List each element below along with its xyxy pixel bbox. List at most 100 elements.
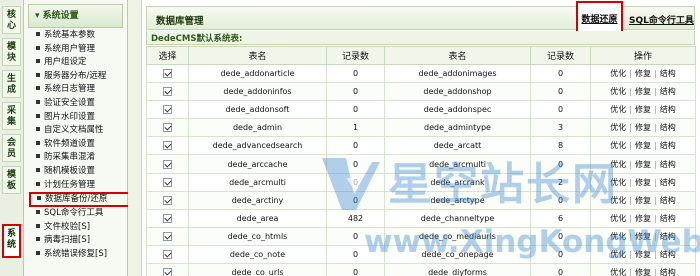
menu-item-doc-attrs[interactable]: 自定义文档属性	[30, 124, 130, 138]
optimize-link[interactable]: 优化	[610, 250, 626, 259]
bullet-icon	[36, 99, 40, 104]
tab-collect[interactable]: 采集	[2, 102, 21, 130]
repair-link[interactable]: 修复	[635, 69, 651, 78]
menu-item-servers[interactable]: 服务器分布/远程	[30, 70, 130, 84]
row-checkbox[interactable]	[163, 87, 172, 97]
table-name-cell: dede_addonspec	[384, 100, 531, 120]
repair-link[interactable]: 修复	[635, 232, 651, 241]
structure-link[interactable]: 结构	[660, 87, 676, 96]
separator: |	[654, 69, 657, 79]
menu-item-user-groups[interactable]: 用户组设定	[30, 56, 130, 70]
sql-tool-link[interactable]: SQL命令行工具	[629, 13, 694, 26]
repair-link[interactable]: 修复	[635, 268, 651, 276]
repair-link[interactable]: 修复	[635, 196, 651, 205]
menu-item-logs[interactable]: 系统日志管理	[30, 83, 130, 97]
separator: |	[629, 87, 632, 97]
row-checkbox[interactable]	[163, 141, 172, 151]
structure-link[interactable]: 结构	[660, 141, 676, 150]
repair-link[interactable]: 修复	[635, 250, 651, 259]
record-count-cell: 2	[530, 172, 591, 192]
optimize-link[interactable]: 优化	[610, 123, 626, 132]
record-count-cell: 8	[530, 136, 591, 156]
structure-link[interactable]: 结构	[660, 250, 676, 259]
optimize-link[interactable]: 优化	[610, 214, 626, 223]
menu-item-software-channel[interactable]: 软件频道设置	[30, 138, 130, 152]
optimize-link[interactable]: 优化	[610, 268, 626, 276]
structure-link[interactable]: 结构	[660, 123, 676, 132]
tab-generate[interactable]: 生成	[2, 70, 21, 98]
menu-item-users[interactable]: 系统用户管理	[30, 43, 130, 57]
record-count-cell: 0	[530, 190, 591, 210]
menu-header[interactable]: ▾ 系统设置	[28, 4, 123, 28]
optimize-link[interactable]: 优化	[610, 105, 626, 114]
tab-system[interactable]: 系统	[2, 224, 21, 258]
repair-link[interactable]: 修复	[635, 123, 651, 132]
optimize-link[interactable]: 优化	[610, 196, 626, 205]
menu-item-random-template[interactable]: 随机模板设置	[30, 165, 130, 179]
row-checkbox[interactable]	[163, 249, 172, 259]
repair-link[interactable]: 修复	[635, 178, 651, 187]
section-title: DedeCMS默认系统表:	[151, 34, 243, 44]
actions-cell: 优化 | 修复 | 结构	[590, 244, 696, 265]
col-header-actions: 操作	[590, 46, 696, 65]
menu-item-db-backup[interactable]: 数据库备份/还原	[29, 192, 131, 208]
optimize-link[interactable]: 优化	[610, 178, 626, 187]
tab-modules[interactable]: 模块	[2, 38, 21, 66]
menu-item-basic-params[interactable]: 系统基本参数	[30, 29, 130, 43]
optimize-link[interactable]: 优化	[610, 69, 626, 78]
menu-item-error-fix[interactable]: 系统错误修复[S]	[30, 248, 130, 262]
structure-link[interactable]: 结构	[660, 105, 676, 114]
record-count-cell: 0	[326, 63, 385, 84]
optimize-link[interactable]: 优化	[610, 160, 626, 169]
row-checkbox[interactable]	[163, 105, 172, 115]
table-row: dede_co_note 0 dede_co_onepage 0 优化 | 修复 | 结构	[146, 244, 696, 265]
tab-core[interactable]: 核心	[2, 6, 21, 34]
menu-item-tasks[interactable]: 计划任务管理	[30, 179, 130, 193]
row-checkbox[interactable]	[163, 159, 172, 169]
repair-link[interactable]: 修复	[635, 141, 651, 150]
frame-splitter[interactable]	[128, 0, 142, 276]
row-checkbox[interactable]	[163, 268, 172, 276]
menu-item-file-check[interactable]: 文件校验[S]	[30, 221, 130, 235]
col-header-record-count: 记录数	[326, 46, 385, 65]
menu-item-anti-collect[interactable]: 防采集串混淆	[30, 151, 130, 165]
repair-link[interactable]: 修复	[635, 214, 651, 223]
separator: |	[629, 177, 632, 187]
row-checkbox[interactable]	[163, 69, 172, 79]
structure-link[interactable]: 结构	[660, 268, 676, 276]
optimize-link[interactable]: 优化	[610, 141, 626, 150]
row-checkbox[interactable]	[163, 177, 172, 187]
table-name-cell: dede_co_note	[188, 244, 327, 265]
table-name-cell: dede_arctype	[384, 190, 531, 210]
structure-link[interactable]: 结构	[660, 232, 676, 241]
record-count-cell: 3	[530, 118, 591, 138]
tab-members[interactable]: 会员	[2, 134, 21, 162]
table-name-cell: dede_co_urls	[188, 263, 327, 276]
menu-item-sql-tool[interactable]: SQL命令行工具	[30, 207, 130, 221]
structure-link[interactable]: 结构	[660, 214, 676, 223]
repair-link[interactable]: 修复	[635, 105, 651, 114]
separator: |	[654, 213, 657, 223]
select-cell	[146, 226, 189, 246]
structure-link[interactable]: 结构	[660, 160, 676, 169]
structure-link[interactable]: 结构	[660, 178, 676, 187]
separator: |	[654, 105, 657, 115]
menu-item-label: 系统基本参数	[44, 30, 96, 40]
row-checkbox[interactable]	[163, 123, 172, 133]
structure-link[interactable]: 结构	[660, 69, 676, 78]
row-checkbox[interactable]	[163, 195, 172, 205]
structure-link[interactable]: 结构	[660, 196, 676, 205]
separator: |	[654, 123, 657, 133]
record-count-cell: 0	[326, 226, 385, 246]
menu-item-security[interactable]: 验证安全设置	[30, 97, 130, 111]
row-checkbox[interactable]	[163, 213, 172, 223]
repair-link[interactable]: 修复	[635, 87, 651, 96]
optimize-link[interactable]: 优化	[610, 87, 626, 96]
menu-item-label: 验证安全设置	[44, 97, 96, 108]
menu-item-virus-scan[interactable]: 病毒扫描[S]	[30, 234, 130, 248]
menu-item-watermark[interactable]: 图片水印设置	[30, 111, 130, 125]
repair-link[interactable]: 修复	[635, 160, 651, 169]
tab-templates[interactable]: 模板	[2, 166, 21, 194]
row-checkbox[interactable]	[163, 231, 172, 241]
optimize-link[interactable]: 优化	[610, 232, 626, 241]
